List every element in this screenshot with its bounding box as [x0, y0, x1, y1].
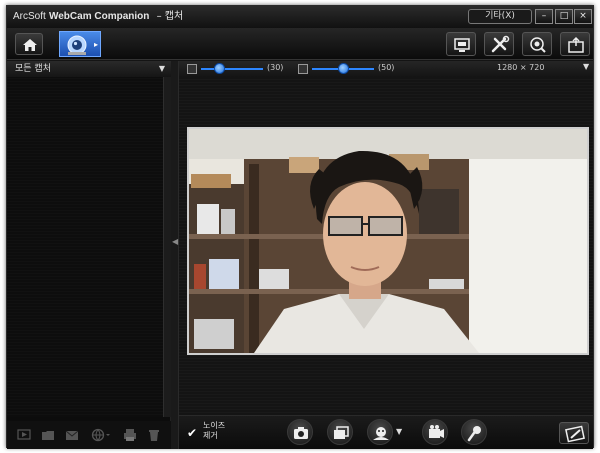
- webcam-preview[interactable]: [187, 127, 589, 355]
- chevron-down-icon[interactable]: ▼: [583, 62, 589, 71]
- contrast-value: (50): [378, 63, 395, 72]
- video-record-button[interactable]: [422, 419, 448, 445]
- web-icon[interactable]: [91, 428, 111, 442]
- print-icon[interactable]: [123, 428, 137, 442]
- gallery-actions: [7, 421, 171, 449]
- main-toolbar: ▸: [7, 28, 593, 60]
- effects-button[interactable]: [367, 419, 393, 445]
- tools-icon: [491, 35, 510, 53]
- brightness-slider-thumb[interactable]: [214, 63, 226, 74]
- screen-icon: [454, 38, 470, 52]
- capture-toolbar: ✔ 노이즈 제거 ▼: [179, 415, 593, 449]
- folder-icon[interactable]: [41, 428, 55, 442]
- chevron-down-icon: ▼: [158, 64, 165, 73]
- app-window: ArcSoft WebCam Companion – 캡처 기타(X) – □ …: [6, 5, 594, 449]
- noise-reduction-label: 노이즈 제거: [203, 421, 226, 440]
- effects-dropdown-arrow[interactable]: ▼: [396, 427, 402, 436]
- export-button[interactable]: [560, 32, 590, 56]
- video-camera-icon: [429, 425, 444, 438]
- collapse-arrow-icon[interactable]: ◀: [172, 237, 178, 246]
- edit-capture-button[interactable]: [559, 422, 589, 444]
- contrast-icon: [298, 64, 308, 74]
- edit-icon: [565, 425, 585, 443]
- capture-gallery-panel: 모든 캡처 ▼: [7, 61, 171, 449]
- preview-area: [179, 77, 593, 415]
- home-button[interactable]: [15, 33, 43, 55]
- camera-icon: [294, 427, 308, 439]
- gallery-scrollbar[interactable]: [163, 77, 171, 417]
- face-effects-icon: [373, 427, 389, 440]
- capture-list[interactable]: [7, 77, 163, 417]
- contrast-slider-thumb[interactable]: [337, 63, 349, 74]
- noise-reduction-checkbox[interactable]: ✔: [187, 427, 200, 440]
- more-button[interactable]: 기타(X): [468, 9, 532, 24]
- webcam-monitor-icon: [530, 37, 546, 53]
- title-product: WebCam Companion: [48, 11, 150, 22]
- microphone-icon: [467, 426, 481, 442]
- brightness-value: (30): [267, 63, 284, 72]
- minimize-button[interactable]: –: [535, 9, 553, 24]
- brightness-icon: [187, 64, 197, 74]
- trash-icon[interactable]: [147, 428, 161, 442]
- close-button[interactable]: ×: [574, 9, 592, 24]
- burst-capture-button[interactable]: [327, 419, 353, 445]
- tab-arrow-icon: ▸: [93, 40, 98, 49]
- screen-button[interactable]: [446, 32, 476, 56]
- panel-splitter[interactable]: ◀: [171, 61, 179, 449]
- maximize-button[interactable]: □: [555, 9, 573, 24]
- home-icon: [23, 39, 37, 51]
- microphone-button[interactable]: [461, 419, 487, 445]
- play-icon[interactable]: [17, 428, 31, 442]
- live-video-image: [189, 129, 587, 353]
- webcam-tab[interactable]: ▸: [59, 31, 101, 57]
- photo-capture-button[interactable]: [287, 419, 313, 445]
- export-icon: [568, 36, 584, 53]
- webcam-monitor-button[interactable]: [522, 32, 552, 56]
- camera-controls: (30) (50) 1280 × 720 ▼: [179, 61, 593, 77]
- multi-frame-icon: [334, 426, 349, 439]
- mail-icon[interactable]: [65, 428, 79, 442]
- tools-button[interactable]: [484, 32, 514, 56]
- title-brand: ArcSoft: [13, 11, 46, 22]
- category-dropdown[interactable]: 모든 캡처 ▼: [7, 61, 171, 77]
- category-label: 모든 캡처: [15, 64, 51, 74]
- resolution-select[interactable]: 1280 × 720: [497, 63, 544, 72]
- title-section: – 캡처: [156, 11, 184, 22]
- brightness-slider[interactable]: [201, 68, 263, 70]
